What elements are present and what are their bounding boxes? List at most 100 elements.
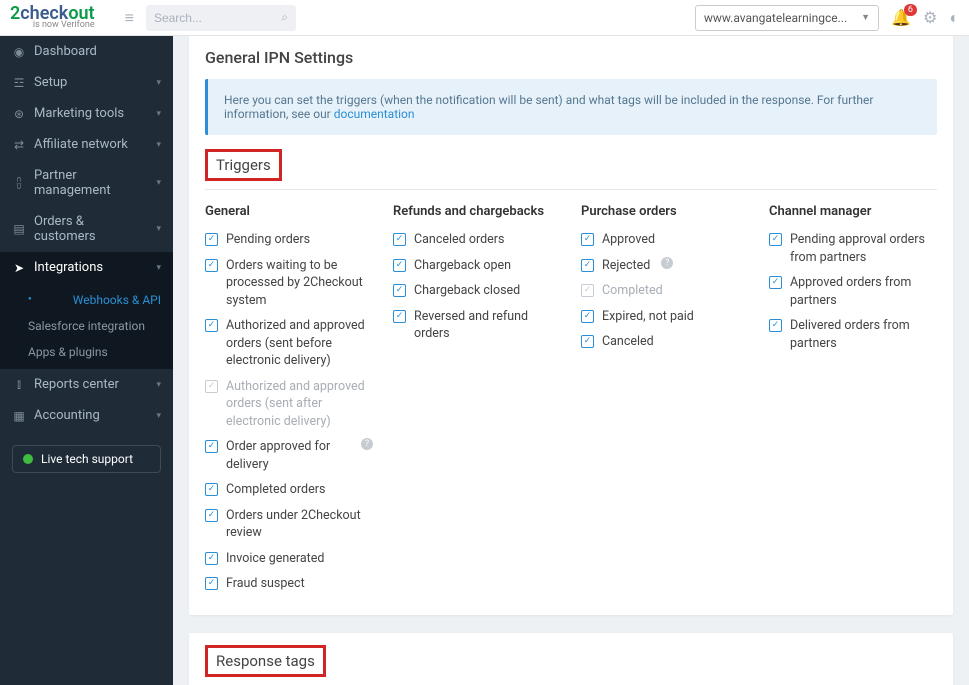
notification-badge: 6: [904, 4, 917, 16]
documentation-link[interactable]: documentation: [334, 107, 415, 121]
nav-label: Marketing tools: [34, 106, 148, 121]
trigger-row: ✓ Canceled: [581, 329, 749, 355]
checkbox[interactable]: ✓: [205, 259, 218, 272]
trigger-label: Chargeback closed: [414, 282, 520, 300]
nav-icon: ◉: [12, 45, 26, 59]
divider: [205, 189, 937, 190]
column-heading: Purchase orders: [581, 204, 749, 219]
trigger-label: Delivered orders from partners: [790, 317, 937, 352]
search-icon[interactable]: ⌕: [281, 10, 288, 25]
checkbox[interactable]: ✓: [205, 440, 218, 453]
sidebar-item-affiliate-network[interactable]: ⇄Affiliate network▾: [0, 129, 173, 160]
nav-label: Integrations: [34, 260, 148, 275]
trigger-row: ✓ Authorized and approved orders (sent af…: [205, 374, 373, 435]
trigger-row: ✓Reversed and refund orders: [393, 304, 561, 347]
checkbox[interactable]: ✓: [769, 276, 782, 289]
status-dot-icon: [23, 454, 33, 464]
checkbox[interactable]: ✓: [205, 233, 218, 246]
trigger-row: ✓Canceled orders: [393, 227, 561, 253]
checkbox[interactable]: ✓: [581, 233, 594, 246]
trigger-label: Rejected: [602, 257, 650, 275]
gear-icon[interactable]: ⚙: [923, 8, 937, 27]
site-selector[interactable]: www.avangatelearningce... ▼: [695, 5, 879, 31]
trigger-row: ✓Order approved for delivery?: [205, 434, 373, 477]
sidebar-item-reports-center[interactable]: ⫾ Reports center ▾: [0, 369, 173, 400]
checkbox: ✓: [581, 284, 594, 297]
checkbox[interactable]: ✓: [205, 552, 218, 565]
trigger-label: Orders waiting to be processed by 2Check…: [226, 257, 373, 310]
trigger-row: ✓ Orders under 2Checkout review: [205, 503, 373, 546]
nav-icon: ⫾: [12, 377, 26, 392]
chevron-icon: ▾: [156, 380, 161, 390]
checkbox[interactable]: ✓: [205, 319, 218, 332]
nav-icon: ⊛: [12, 107, 26, 121]
nav-icon: ➤: [12, 261, 26, 275]
topbar: 2checkout is now Verifone ≡ ⌕ www.avanga…: [0, 0, 969, 36]
logo-sub: is now Verifone: [10, 21, 95, 30]
nav-label: Orders & customers: [34, 214, 148, 244]
checkbox[interactable]: ✓: [205, 509, 218, 522]
trigger-row: ✓Pending orders: [205, 227, 373, 253]
checkbox[interactable]: ✓: [393, 259, 406, 272]
checkbox[interactable]: ✓: [581, 310, 594, 323]
trigger-label: Approved orders from partners: [790, 274, 937, 309]
trigger-row: ✓ Approved: [581, 227, 749, 253]
user-icon[interactable]: ◐: [949, 8, 959, 28]
response-tags-panel: Response tags Select all Deselect all To…: [189, 633, 953, 685]
checkbox[interactable]: ✓: [581, 335, 594, 348]
sidebar-item-partner-management[interactable]: ⩉Partner management▾: [0, 160, 173, 206]
sidebar-item-orders-customers[interactable]: ▤Orders & customers▾: [0, 206, 173, 252]
trigger-label: Approved: [602, 231, 655, 249]
checkbox[interactable]: ✓: [393, 233, 406, 246]
search-box[interactable]: ⌕: [146, 5, 296, 31]
column-heading: General: [205, 204, 373, 219]
site-selected: www.avangatelearningce...: [704, 11, 847, 25]
sidebar-item-dashboard[interactable]: ◉ Dashboard: [0, 36, 173, 67]
trigger-row: ✓Completed: [581, 278, 749, 304]
sidebar-item-accounting[interactable]: ▦Accounting▾: [0, 400, 173, 431]
nav-icon: ▦: [12, 409, 26, 423]
nav-icon: ⩉: [12, 176, 26, 191]
checkbox[interactable]: ✓: [393, 310, 406, 323]
menu-toggle-icon[interactable]: ≡: [125, 8, 134, 28]
response-tags-heading: Response tags: [205, 645, 326, 677]
help-icon[interactable]: ?: [661, 257, 673, 269]
subnav-salesforce-integration[interactable]: Salesforce integration: [0, 313, 173, 339]
logo[interactable]: 2checkout is now Verifone: [10, 5, 95, 30]
support-label: Live tech support: [41, 452, 133, 466]
ipn-settings-panel: General IPN Settings Here you can set th…: [189, 36, 953, 615]
live-support-button[interactable]: Live tech support: [12, 445, 161, 473]
checkbox[interactable]: ✓: [393, 284, 406, 297]
nav-label: Reports center: [34, 377, 148, 392]
search-input[interactable]: [154, 11, 275, 25]
checkbox[interactable]: ✓: [205, 483, 218, 496]
sidebar-item-setup[interactable]: ☲Setup▾: [0, 67, 173, 98]
help-icon[interactable]: ?: [361, 438, 373, 450]
nav-icon: ☲: [12, 76, 26, 90]
notifications-icon[interactable]: 🔔 6: [891, 8, 911, 27]
trigger-label: Authorized and approved orders (sent aft…: [226, 378, 373, 431]
sidebar: ◉ Dashboard ☲ Setup ▾ ⊛ Marketing tools ▾ ⇄Affil…: [0, 36, 173, 685]
nav-label: Setup: [34, 75, 148, 90]
checkbox[interactable]: ✓: [581, 259, 594, 272]
page-title: General IPN Settings: [205, 48, 937, 67]
trigger-label: Expired, not paid: [602, 308, 694, 326]
chevron-icon: ▾: [156, 109, 161, 119]
trigger-row: ✓ Expired, not paid: [581, 304, 749, 330]
subnav-webhooks-api[interactable]: Webhooks & API: [0, 287, 173, 313]
nav-label: Dashboard: [34, 44, 161, 59]
checkbox: ✓: [205, 380, 218, 393]
checkbox[interactable]: ✓: [769, 319, 782, 332]
sidebar-item-integrations[interactable]: ➤Integrations▾: [0, 252, 173, 283]
chevron-icon: ▾: [156, 224, 161, 234]
checkbox[interactable]: ✓: [205, 577, 218, 590]
sidebar-item-marketing-tools[interactable]: ⊛ Marketing tools ▾: [0, 98, 173, 129]
checkbox[interactable]: ✓: [769, 233, 782, 246]
chevron-down-icon: ▼: [861, 12, 870, 23]
trigger-row: ✓ Chargeback closed: [393, 278, 561, 304]
trigger-label: Orders under 2Checkout review: [226, 507, 373, 542]
trigger-row: ✓Completed orders: [205, 477, 373, 503]
nav-label: Partner management: [34, 168, 148, 198]
trigger-label: Canceled: [602, 333, 654, 351]
subnav-apps-plugins[interactable]: Apps & plugins: [0, 339, 173, 365]
